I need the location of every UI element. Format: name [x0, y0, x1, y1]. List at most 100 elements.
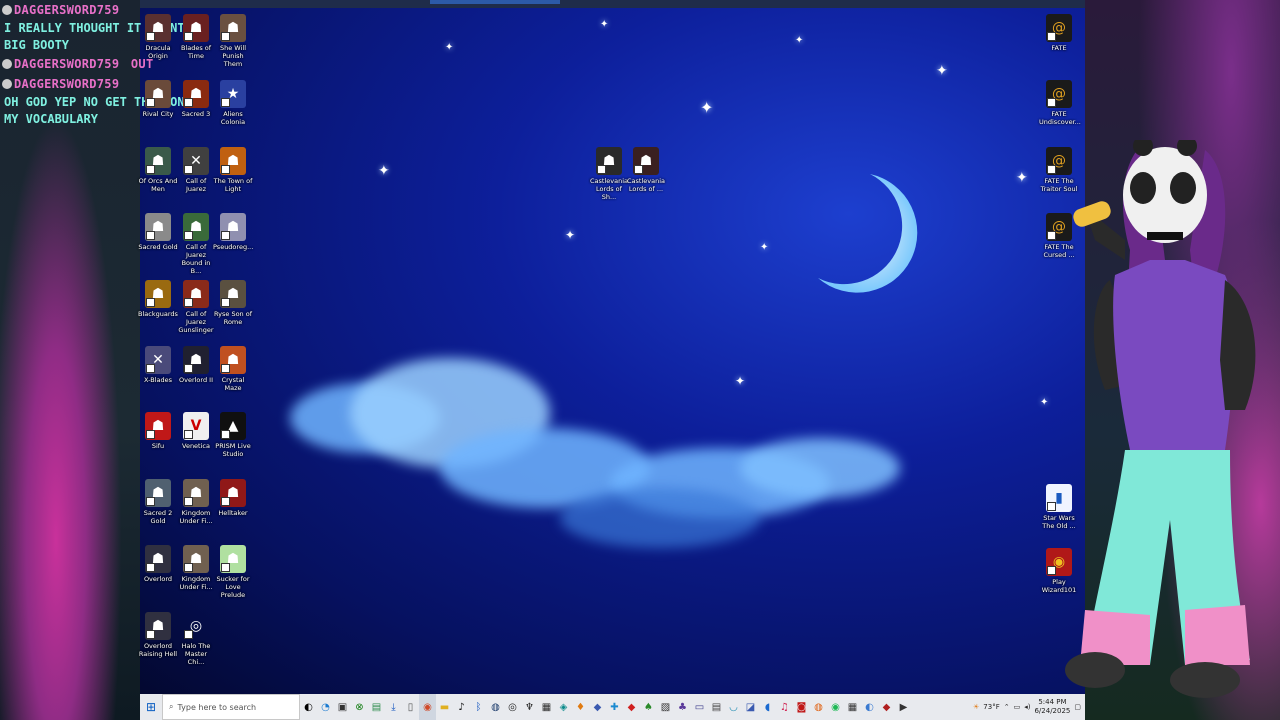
obs-icon[interactable]: ◎ — [504, 694, 521, 720]
desktop-icon[interactable]: ▲ PRISM Live Studio — [213, 412, 253, 458]
game-icon: ☗ — [220, 280, 246, 308]
desktop-icon[interactable]: ☗ Castlevania Lords of Sh... — [589, 147, 629, 201]
media-icon[interactable]: ▶ — [895, 694, 912, 720]
desktop-icon[interactable]: ☗ The Town of Light — [213, 147, 253, 193]
game-icon: ☗ — [220, 147, 246, 175]
game-app-icon[interactable]: ♆ — [521, 694, 538, 720]
notification-icon[interactable]: ▢ — [1074, 703, 1081, 711]
windows-start-button[interactable]: ⊞ — [140, 694, 162, 720]
desktop-icon[interactable]: ☗ Ryse Son of Rome — [213, 280, 253, 326]
firefox-icon[interactable]: ◍ — [810, 694, 827, 720]
vtuber-avatar — [1065, 140, 1256, 698]
star-icon: ✦ — [760, 242, 769, 253]
download-icon[interactable]: ⤓ — [385, 694, 402, 720]
fate-icon: @ — [1046, 80, 1072, 108]
desktop-icon[interactable]: ☗ Kingdom Under Fi... — [176, 545, 216, 591]
game-icon: ☗ — [145, 612, 171, 640]
app-icon[interactable]: ▦ — [844, 694, 861, 720]
app-icon[interactable]: ✚ — [606, 694, 623, 720]
notepad-icon[interactable]: ▯ — [402, 694, 419, 720]
weather-icon: ☀ — [973, 703, 980, 711]
game-icon: ☗ — [145, 412, 171, 440]
store-icon[interactable]: ▣ — [334, 694, 351, 720]
desktop-icon[interactable]: @ FATE Undiscover... — [1039, 80, 1081, 126]
network-icon[interactable]: ▭ — [1014, 703, 1021, 711]
desktop-icon[interactable]: ☗ Blackguards — [138, 280, 178, 318]
bluetooth-icon[interactable]: ᛒ — [470, 694, 487, 720]
desktop-icon[interactable]: V Venetica — [176, 412, 216, 450]
desktop-icon[interactable]: ☗ Sifu — [138, 412, 178, 450]
star-icon: ✦ — [735, 374, 746, 388]
game-icon: ☗ — [145, 280, 171, 308]
weather-temp: 73°F — [983, 703, 1000, 711]
game-icon: ☗ — [145, 545, 171, 573]
desktop-icon[interactable]: ☗ Overlord — [138, 545, 178, 583]
volume-icon[interactable]: ◂) — [1024, 703, 1030, 711]
desktop-icon[interactable]: ☗ Overlord II — [176, 346, 216, 384]
app-icon[interactable]: ♫ — [776, 694, 793, 720]
star-icon: ✦ — [600, 19, 609, 30]
app-icon[interactable]: ◆ — [878, 694, 895, 720]
desktop-icon[interactable]: ☗ Call of Juarez Gunslinger — [176, 280, 216, 334]
desktop-icon[interactable]: ✕ X-Blades — [138, 346, 178, 384]
chrome-icon[interactable]: ◉ — [419, 694, 436, 720]
desktop-icon[interactable]: @ FATE — [1039, 14, 1079, 52]
desktop-icon[interactable]: ◎ Halo The Master Chi... — [176, 612, 216, 666]
desktop-icon[interactable]: ☗ Blades of Time — [176, 14, 216, 60]
desktop-icon[interactable]: ☗ Rival City — [138, 80, 178, 118]
app-icon[interactable]: ♠ — [640, 694, 657, 720]
game-icon: ☗ — [145, 479, 171, 507]
desktop-icon[interactable]: ☗ Crystal Maze — [213, 346, 253, 392]
app-icon[interactable]: ◡ — [725, 694, 742, 720]
app-icon[interactable]: ▦ — [538, 694, 555, 720]
desktop-icon[interactable]: ☗ Castlevania Lords of ... — [626, 147, 666, 193]
search-placeholder: Type here to search — [177, 702, 257, 712]
game-icon: ☗ — [145, 80, 171, 108]
edge-icon[interactable]: ◔ — [317, 694, 334, 720]
app-icon[interactable]: ◐ — [861, 694, 878, 720]
app-icon[interactable]: ◖ — [759, 694, 776, 720]
desktop-icon[interactable]: ☗ She Will Punish Them — [213, 14, 253, 68]
desktop-icon[interactable]: ★ Aliens Colonia — [213, 80, 253, 126]
steam-icon[interactable]: ◍ — [487, 694, 504, 720]
desktop-icon[interactable]: ☗ Sacred 3 — [176, 80, 216, 118]
window-top-strip — [140, 0, 1085, 8]
taskbar-clock[interactable]: 5:44 PM 6/24/2025 — [1034, 698, 1070, 716]
star-icon: ✦ — [378, 163, 390, 179]
xbox-icon[interactable]: ⊗ — [351, 694, 368, 720]
desktop-icon[interactable]: ☗ Sucker for Love Prelude — [213, 545, 253, 599]
desktop-icon[interactable]: ☗ Kingdom Under Fi... — [176, 479, 216, 525]
game-icon: ☗ — [220, 213, 246, 241]
app-icon[interactable]: ♣ — [674, 694, 691, 720]
game-icon: ☗ — [183, 280, 209, 308]
taskbar: ⊞ ⌕ Type here to search ◐ ◔ ▣ ⊗ ▤ ⤓ ▯ ◉ … — [140, 694, 1085, 720]
folder-icon[interactable]: ▬ — [436, 694, 453, 720]
chevron-up-icon[interactable]: ⌃ — [1004, 703, 1010, 711]
game-icon: ▲ — [220, 412, 246, 440]
app-icon[interactable]: ◙ — [793, 694, 810, 720]
spotify-icon[interactable]: ◉ — [827, 694, 844, 720]
app-icon[interactable]: ▤ — [368, 694, 385, 720]
desktop-icon[interactable]: ☗ Call of Juarez Bound in B... — [176, 213, 216, 275]
tiktok-icon[interactable]: ♪ — [453, 694, 470, 720]
desktop-icon[interactable]: ☗ Helltaker — [213, 479, 253, 517]
taskbar-search-box[interactable]: ⌕ Type here to search — [162, 694, 300, 720]
app-icon[interactable]: ◪ — [742, 694, 759, 720]
app-icon[interactable]: ◈ — [555, 694, 572, 720]
app-icon[interactable]: ◆ — [589, 694, 606, 720]
desktop-icon[interactable]: ☗ Overlord Raising Hell — [138, 612, 178, 658]
desktop-icon[interactable]: ✕ Call of Juarez — [176, 147, 216, 193]
app-icon[interactable]: ▧ — [657, 694, 674, 720]
desktop-icon[interactable]: ☗ Sacred Gold — [138, 213, 178, 251]
app-icon[interactable]: ◆ — [623, 694, 640, 720]
desktop-icon[interactable]: ☗ Of Orcs And Men — [138, 147, 178, 193]
app-icon[interactable]: ▭ — [691, 694, 708, 720]
app-icon[interactable]: ♦ — [572, 694, 589, 720]
desktop-icon[interactable]: ☗ Sacred 2 Gold — [138, 479, 178, 525]
desktop-icon[interactable]: ☗ Dracula Origin — [138, 14, 178, 60]
game-icon: ◎ — [183, 612, 209, 640]
game-icon: ☗ — [183, 80, 209, 108]
taskview-icon[interactable]: ◐ — [300, 694, 317, 720]
app-icon[interactable]: ▤ — [708, 694, 725, 720]
desktop-icon[interactable]: ☗ Pseudoreg... — [213, 213, 253, 251]
